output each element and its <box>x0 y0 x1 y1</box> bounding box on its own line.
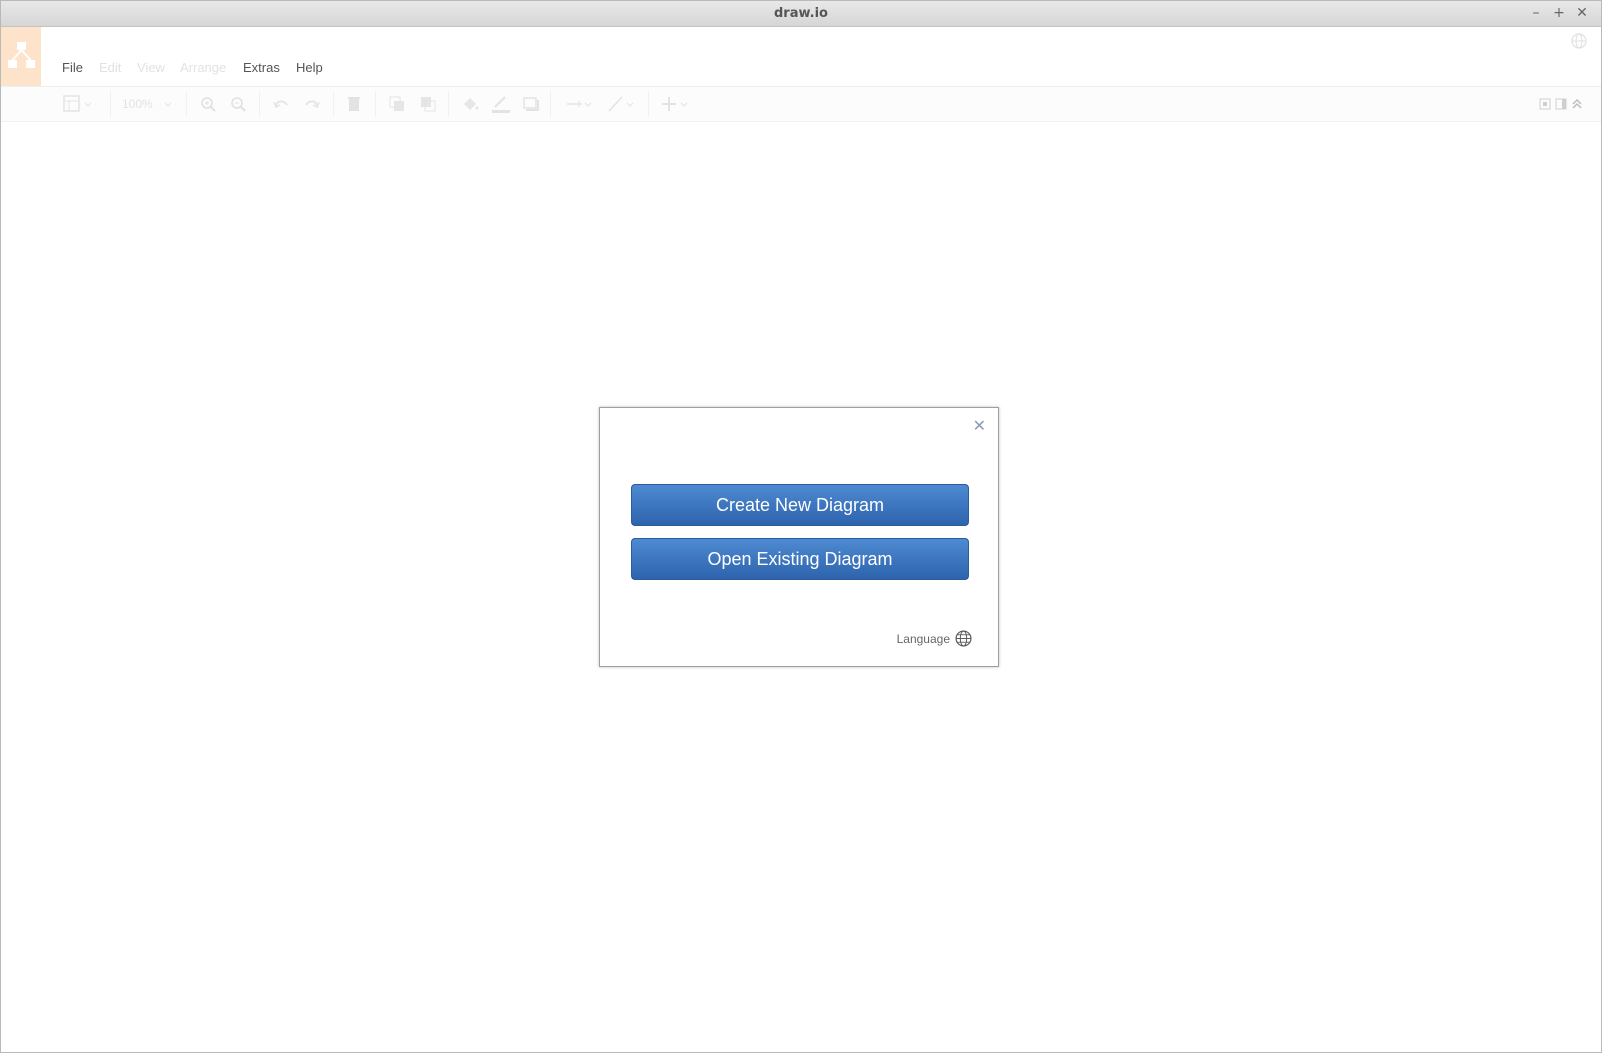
language-label: Language <box>896 631 950 646</box>
globe-icon <box>955 630 972 647</box>
title-bar: draw.io – + ✕ <box>1 1 1601 27</box>
fill-color-icon[interactable] <box>461 94 479 114</box>
diagram-canvas[interactable]: ✕ Create New Diagram Open Existing Diagr… <box>1 122 1601 1052</box>
diagram-logo-icon <box>8 42 35 68</box>
shadow-icon[interactable] <box>522 94 540 114</box>
app-window: draw.io – + ✕ File Edit View Arrange Ext… <box>0 0 1602 1053</box>
menu-file[interactable]: File <box>62 60 83 75</box>
close-window-button[interactable]: ✕ <box>1573 4 1591 22</box>
menu-arrange[interactable]: Arrange <box>180 60 226 75</box>
create-new-diagram-button[interactable]: Create New Diagram <box>631 484 969 526</box>
to-back-icon[interactable] <box>419 94 437 114</box>
sidebar-toggle-icon[interactable] <box>1554 94 1568 114</box>
zoom-in-icon[interactable] <box>200 94 218 114</box>
menu-view[interactable]: View <box>137 60 165 75</box>
format-panel-icon[interactable] <box>63 94 95 114</box>
language-button[interactable]: Language <box>897 630 972 647</box>
insert-icon[interactable] <box>662 94 692 114</box>
app-header: File Edit View Arrange Extras Help <box>1 27 1601 87</box>
language-globe-icon[interactable] <box>1571 33 1587 49</box>
collapse-icon[interactable] <box>1570 94 1584 114</box>
window-title: draw.io <box>774 6 828 21</box>
waypoints-icon[interactable] <box>607 94 637 114</box>
connection-icon[interactable] <box>566 94 596 114</box>
fullscreen-icon[interactable] <box>1538 94 1552 114</box>
dialog-close-icon[interactable]: ✕ <box>973 416 986 435</box>
zoom-dropdown-icon[interactable] <box>163 94 173 114</box>
start-dialog: ✕ Create New Diagram Open Existing Diagr… <box>599 407 999 667</box>
menu-extras[interactable]: Extras <box>243 60 280 75</box>
to-front-icon[interactable] <box>388 94 406 114</box>
menu-help[interactable]: Help <box>296 60 323 75</box>
open-existing-diagram-button[interactable]: Open Existing Diagram <box>631 538 969 580</box>
minimize-button[interactable]: – <box>1527 4 1545 22</box>
line-color-icon[interactable] <box>491 94 511 114</box>
zoom-level[interactable]: 100% <box>122 97 153 111</box>
toolbar: 100% <box>1 87 1601 122</box>
undo-icon[interactable] <box>272 94 290 114</box>
delete-icon[interactable] <box>347 94 361 114</box>
menu-edit[interactable]: Edit <box>99 60 121 75</box>
drawio-logo <box>1 27 41 86</box>
zoom-out-icon[interactable] <box>230 94 248 114</box>
redo-icon[interactable] <box>303 94 321 114</box>
maximize-button[interactable]: + <box>1550 4 1568 22</box>
